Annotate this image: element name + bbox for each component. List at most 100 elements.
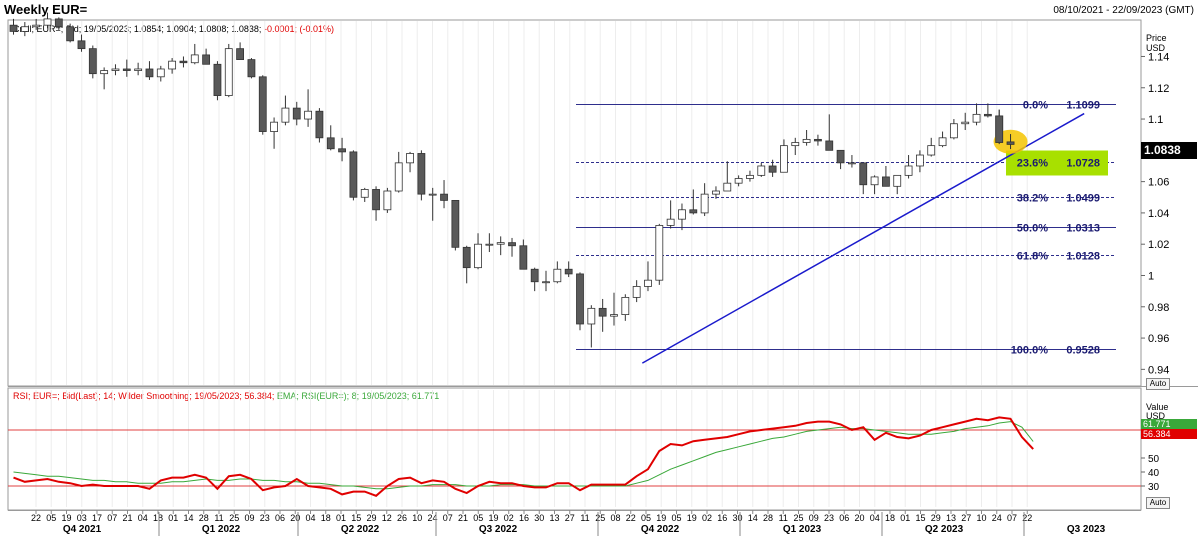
quarter-label: Q2 2022 [341, 524, 380, 535]
time-tick-label: 05 [46, 513, 56, 523]
candle-body [621, 296, 630, 316]
candle-body [372, 189, 380, 211]
time-tick-label: 04 [138, 513, 148, 523]
time-tick-label: 07 [107, 513, 117, 523]
candle-body [780, 145, 788, 173]
candle-body [66, 26, 75, 42]
time-tick-label: 18 [885, 513, 895, 523]
time-tick-label: 13 [946, 513, 956, 523]
rsi-panel: ValueUSD30405061.77156.384 [8, 402, 1197, 497]
candle-body [417, 153, 426, 195]
price-tick-label: 0.98 [1148, 302, 1169, 314]
time-tick-label: 13 [549, 513, 559, 523]
current-price-tag: 1.0838 [1141, 142, 1197, 159]
candle-body [995, 115, 1004, 143]
time-tick-label: 09 [809, 513, 819, 523]
time-tick-label: 11 [779, 513, 788, 523]
candle-body [428, 193, 437, 196]
price-panel-border [7, 19, 1142, 387]
candle-body [156, 68, 165, 78]
time-tick-label: 11 [214, 513, 223, 523]
candle-body [893, 174, 902, 187]
candle-body [576, 273, 584, 325]
time-tick-label: 25 [229, 513, 239, 523]
fib-level-label: 50.0% [1017, 223, 1048, 235]
candle-body [462, 246, 471, 269]
candle-body [848, 162, 856, 165]
candle-body [111, 68, 120, 71]
candle-body [508, 242, 516, 247]
price-tick-label: 1.02 [1148, 239, 1169, 251]
candle-body [542, 281, 550, 284]
quarter-label: Q4 2021 [63, 524, 102, 535]
candle-body [983, 113, 992, 117]
time-tick-label: 22 [626, 513, 636, 523]
time-tick-label: 19 [61, 513, 71, 523]
chart-svg[interactable]: 0.0% 1.1099 23.6% 1.0728 38.2% 1.0499 50.0% 1.0… [0, 0, 1200, 546]
rsi-tick-label: 30 [1148, 482, 1160, 493]
candle-body [904, 165, 913, 176]
price-axis: PriceUSD0.940.960.9811.021.041.061.081.1… [1141, 33, 1169, 376]
time-tick-label: 10 [412, 513, 422, 523]
price-auto-button[interactable]: Auto [1146, 378, 1170, 390]
time-tick-label: 21 [458, 513, 468, 523]
time-tick-label: 05 [671, 513, 681, 523]
price-tick-label: 1.14 [1148, 51, 1169, 63]
candle-body [122, 68, 131, 71]
candle-body [43, 18, 52, 26]
candle-body [100, 70, 109, 75]
quarter-label: Q3 2023 [1067, 524, 1106, 535]
time-tick-label: 01 [168, 513, 178, 523]
time-tick-label: 19 [687, 513, 697, 523]
fib-level-value: 1.0128 [1066, 251, 1100, 263]
quarter-label: Q4 2022 [641, 524, 680, 535]
candle-body [938, 137, 947, 147]
time-tick-label: 29 [366, 513, 376, 523]
candle-body [916, 154, 924, 167]
time-axis: 22 05 19 03 17 07 21 04 18 01 14 28 11 25 09 23 06 20 04 18… [8, 510, 1141, 536]
candle-body [961, 121, 970, 125]
quarter-label: Q3 2022 [479, 524, 518, 535]
candle-body [530, 268, 539, 283]
candles [9, 12, 1015, 348]
candle-body [88, 48, 97, 75]
candle-body [304, 110, 312, 120]
time-tick-label: 26 [397, 513, 407, 523]
candle-body [496, 242, 505, 245]
candle-body [383, 190, 392, 211]
time-tick-label: 14 [183, 513, 193, 523]
candle-body [77, 40, 86, 50]
candle-body [338, 148, 346, 153]
candle-body [949, 123, 958, 139]
candle-body [587, 307, 596, 325]
ema-value-text: 61.771 [1143, 419, 1171, 429]
time-tick-label: 15 [915, 513, 925, 523]
fib-level-label: 61.8% [1017, 251, 1048, 263]
candle-body [485, 243, 494, 246]
candle-body [1006, 141, 1015, 145]
quarter-label: Q2 2023 [925, 524, 964, 535]
time-tick-label: 15 [351, 513, 361, 523]
trendline-group [641, 109, 1085, 364]
candle-body [666, 218, 675, 226]
candle-body [746, 174, 754, 179]
candle-body [315, 110, 324, 139]
price-tick-label: 1.12 [1148, 83, 1169, 95]
price-tick-label: 1.04 [1148, 208, 1169, 220]
time-tick-label: 08 [610, 513, 620, 523]
fib-level-value: 0.9528 [1066, 345, 1100, 357]
candle-body [655, 225, 664, 281]
candle-body [202, 54, 211, 65]
time-tick-label: 02 [702, 513, 712, 523]
time-tick-label: 07 [443, 513, 453, 523]
fib-level-label: 100.0% [1011, 345, 1049, 357]
time-tick-label: 04 [870, 513, 880, 523]
time-tick-label: 25 [793, 513, 803, 523]
time-tick-label: 29 [931, 513, 941, 523]
rsi-auto-button[interactable]: Auto [1146, 497, 1170, 509]
candle-body [247, 59, 256, 78]
candle-body [224, 48, 233, 96]
price-tick-label: 0.94 [1148, 364, 1169, 376]
candle-body [768, 165, 777, 173]
candle-body [9, 24, 18, 32]
